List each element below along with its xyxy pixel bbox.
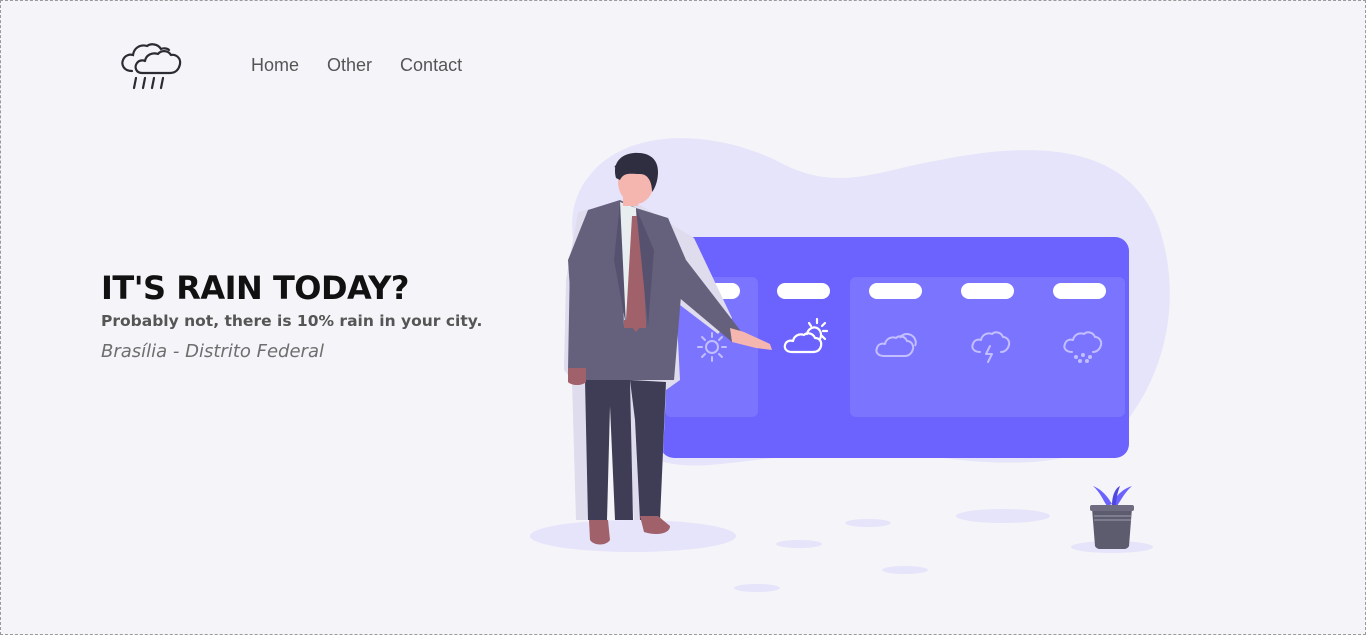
- nav-home-link[interactable]: Home: [251, 54, 299, 76]
- forecast-day-label: [1053, 283, 1106, 299]
- ground-shadow: [776, 540, 822, 548]
- hero-location: Brasília - Distrito Federal: [101, 341, 324, 362]
- nav-other-link[interactable]: Other: [327, 54, 372, 76]
- hero-section: IT'S RAIN TODAY? Probably not, there is …: [101, 268, 521, 364]
- hero-subtitle: Probably not, there is 10% rain in your …: [101, 312, 483, 330]
- hero-title: IT'S RAIN TODAY?: [101, 269, 409, 307]
- forecast-day-label: [869, 283, 922, 299]
- ground-shadow: [734, 584, 780, 592]
- ground-shadow: [956, 509, 1050, 523]
- ground-shadow: [530, 520, 736, 552]
- forecast-day-label: [777, 283, 830, 299]
- forecast-day-label: [961, 283, 1014, 299]
- potted-plant: [1090, 486, 1134, 549]
- main-nav: Home Other Contact: [251, 54, 490, 76]
- ground-shadow: [882, 566, 928, 574]
- cloud-rain-icon: [121, 43, 182, 90]
- weather-illustration: [530, 138, 1170, 592]
- logo[interactable]: [118, 40, 184, 94]
- ground-shadow: [845, 519, 891, 527]
- nav-contact-link[interactable]: Contact: [400, 54, 462, 76]
